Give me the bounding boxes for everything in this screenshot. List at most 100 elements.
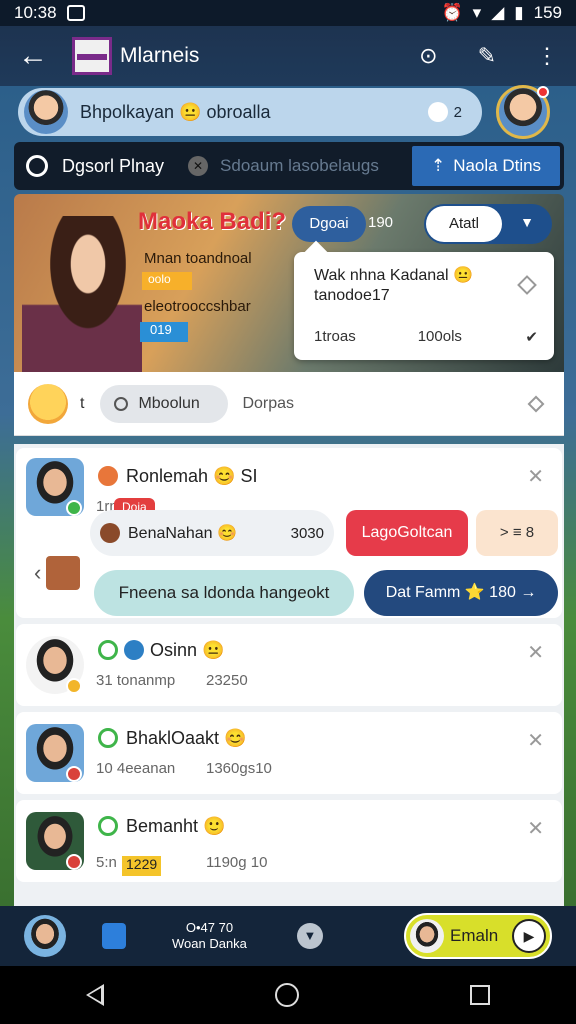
search-icon [114, 396, 129, 411]
check-icon[interactable]: ✔ [525, 328, 538, 346]
contact-meta-2: 23250 [206, 672, 248, 689]
document-icon[interactable] [102, 923, 126, 949]
user-name: Bhpolkayan 😐 obroalla [80, 101, 271, 122]
contact-meta-2: 1190g 10 [206, 854, 268, 871]
search-primary-text: Dgsorl Plnay [62, 155, 165, 176]
back-nav-icon[interactable] [85, 984, 104, 1006]
filter-second-label[interactable]: Dorpas [242, 395, 294, 413]
segment-toggle[interactable]: Atatl ▼ [424, 204, 552, 244]
profile-avatar[interactable] [496, 85, 550, 139]
conversation-list: Ronlemah 😊 SI 1rn Doia ✕ BenaNahan 😊 303… [14, 444, 564, 910]
camera-search-icon[interactable]: ⊙ [419, 43, 437, 69]
filter-row: t Mboolun Dorpas [14, 372, 564, 436]
banner-tag-blue: 019 [140, 322, 188, 342]
emoji-avatar-icon[interactable] [28, 383, 68, 424]
search-icon [26, 155, 48, 177]
app-bar: ← Mlarneis ⊙ ✎ ⋮ [0, 26, 576, 86]
close-icon[interactable]: ✕ [527, 640, 544, 665]
chevron-down-icon[interactable]: ▼ [296, 923, 323, 949]
banner-chip[interactable]: Dgoai [292, 206, 366, 242]
cta-avatar [410, 919, 444, 953]
system-nav-bar [0, 966, 576, 1024]
clear-icon[interactable]: ✕ [188, 156, 209, 176]
bottom-center-top: O•47 70 [185, 920, 234, 935]
list-item[interactable]: Ronlemah 😊 SI 1rn Doia ✕ BenaNahan 😊 303… [16, 448, 562, 618]
chevron-down-icon[interactable]: ▼ [520, 214, 534, 230]
notification-badge [537, 86, 549, 98]
filter-pill-label: Mboolun [138, 394, 200, 412]
close-icon[interactable]: ✕ [527, 728, 544, 753]
banner-illustration [22, 216, 142, 372]
banner-title: Maoka Badi? [138, 208, 287, 235]
diamond-icon[interactable] [517, 275, 537, 295]
message-bubble[interactable]: Fneena sa ldonda hangeokt [94, 570, 354, 616]
notification-icon [66, 5, 85, 21]
back-arrow-icon[interactable]: ← [18, 39, 58, 73]
diamond-icon[interactable] [527, 395, 545, 412]
filter-pill[interactable]: Mboolun [100, 384, 229, 423]
message-popup[interactable]: Wak nhna Kadanal 😐 tanodoe17 1troas 100o… [294, 252, 554, 360]
wifi-icon: ▾ [472, 3, 482, 22]
search-bar[interactable]: Dgsorl Plnay ✕ Sdoaum lasobelaugs ⇡ Naol… [14, 142, 564, 190]
bottom-center-bottom: Woan Danka [172, 936, 247, 951]
recents-nav-icon[interactable] [470, 985, 491, 1005]
list-item[interactable]: Bemanht 🙂 5:n 1229 1190g 10 ✕ [16, 800, 562, 882]
app-icon [124, 640, 144, 660]
mini-avatar [100, 523, 120, 543]
status-badge-icon [66, 678, 82, 694]
more-menu-icon[interactable]: ⋮ [536, 43, 558, 69]
alarm-icon: ⏰ [441, 3, 463, 22]
popup-foot-a: 1troas [314, 328, 356, 345]
bottom-bar: O•47 70 Woan Danka ▼ Emaln ▶ [0, 906, 576, 966]
chevron-left-icon[interactable]: ‹ [34, 560, 41, 586]
home-nav-icon[interactable] [274, 983, 299, 1007]
battery-icon: ▮ [514, 3, 524, 22]
count-value: 2 [453, 103, 462, 121]
contact-name: Bemanht 🙂 [126, 816, 226, 836]
close-icon[interactable]: ✕ [527, 464, 544, 489]
secondary-action-button[interactable]: > ≡ 8 [476, 510, 558, 556]
contact-meta: 5:n [96, 854, 117, 871]
popup-message: Wak nhna Kadanal 😐 tanodoe17 [314, 267, 473, 304]
count-dot-icon [427, 102, 448, 122]
search-action-label: Naola Dtins [453, 156, 542, 175]
inner-number: 3030 [290, 524, 324, 542]
list-item[interactable]: BhaklOaakt 😊 10 4eeanan 1360gs10 ✕ [16, 712, 562, 794]
user-avatar[interactable] [24, 90, 68, 134]
search-action-button[interactable]: ⇡ Naola Dtins [412, 146, 560, 186]
status-bar: 10:38 ⏰ ▾ ◢ ▮ 159 [0, 0, 576, 26]
primary-action-button[interactable]: LagoGoltcan [346, 510, 468, 556]
bottom-center[interactable]: O•47 70 Woan Danka [172, 920, 247, 952]
contact-name: Ronlemah 😊 SI [126, 466, 258, 486]
status-ring-icon [98, 466, 118, 486]
segment-active[interactable]: Atatl [426, 206, 502, 242]
user-bar[interactable]: Bhpolkayan 😐 obroalla 2 [18, 88, 482, 136]
list-item[interactable]: Osinn 😐 31 tonanmp 23250 ✕ [16, 624, 562, 706]
sticker-icon[interactable] [46, 556, 80, 590]
contact-name: BhaklOaakt 😊 [126, 728, 247, 748]
search-input[interactable]: Sdoaum lasobelaugs [220, 156, 379, 176]
status-ring-icon [98, 816, 118, 836]
status-ring-icon [98, 640, 118, 660]
battery-text: 159 [533, 3, 562, 22]
contact-meta-2: 1360gs10 [206, 760, 272, 777]
location-icon: ⇡ [430, 156, 446, 175]
banner-chip-number: 190 [368, 214, 394, 231]
app-title: Mlarneis [120, 44, 200, 67]
app-logo [72, 37, 112, 75]
status-badge-icon [66, 766, 82, 782]
user-count: 2 [427, 102, 462, 122]
reward-button[interactable]: Dat Famm ⭐ 180 → [364, 570, 558, 616]
edit-icon[interactable]: ✎ [478, 43, 496, 69]
email-button[interactable]: Emaln ▶ [404, 913, 552, 959]
popup-foot-b: 100ols [417, 328, 462, 345]
bottom-avatar[interactable] [24, 915, 66, 957]
inner-item[interactable]: BenaNahan 😊 3030 [90, 510, 334, 556]
inner-name: BenaNahan 😊 [128, 525, 237, 542]
status-ring-icon [98, 728, 118, 748]
add-label[interactable]: t [80, 395, 84, 413]
banner-line-1: Mnan toandnoal [144, 250, 252, 267]
close-icon[interactable]: ✕ [527, 816, 544, 841]
status-badge-icon [66, 854, 82, 870]
contact-meta: 31 tonanmp [96, 672, 176, 689]
